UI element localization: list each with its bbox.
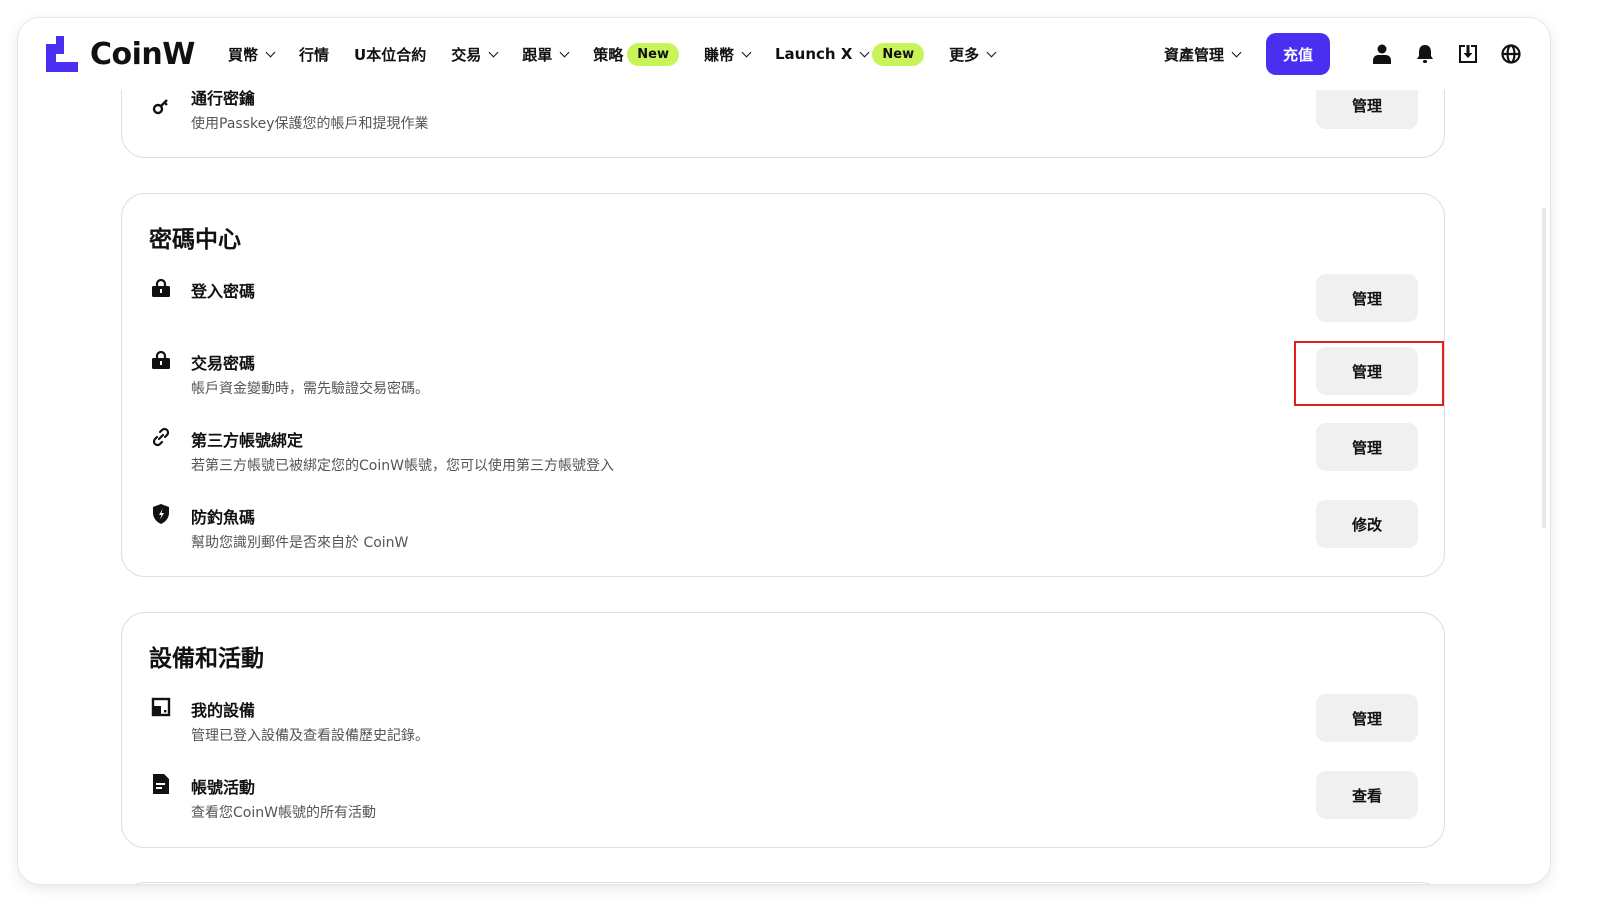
trade-password-desc: 帳戶資金變動時，需先驗證交易密碼。 [191,381,429,397]
new-badge: New [872,42,925,66]
anti-phishing-modify-button[interactable]: 修改 [1316,500,1418,548]
nav-futures[interactable]: U本位合約 [354,44,426,65]
chevron-down-icon [559,47,570,57]
chevron-down-icon [986,47,997,57]
chevron-down-icon [741,47,752,57]
logo-text: CoinW [90,36,195,72]
login-password-manage-button[interactable]: 管理 [1316,274,1418,322]
third-party-desc: 若第三方帳號已被綁定您的CoinW帳號，您可以使用第三方帳號登入 [191,458,614,474]
device-icon [150,696,172,718]
asset-management-menu[interactable]: 資產管理 [1163,44,1242,65]
coinw-logo-icon [46,36,78,72]
scrollbar[interactable] [1542,208,1546,528]
login-password-title: 登入密碼 [191,282,256,301]
third-party-manage-button[interactable]: 管理 [1316,423,1418,471]
anti-phishing-title: 防釣魚碼 [191,508,256,527]
header-actions: 資產管理 充值 [1164,18,1522,90]
passkey-desc: 使用Passkey保護您的帳戶和提現作業 [191,116,429,132]
nav-buy-crypto[interactable]: 買幣 [228,44,276,65]
nav-label: 買幣 [228,45,259,64]
nav-earn[interactable]: 賺幣 [703,44,752,65]
logo[interactable]: CoinW [46,36,195,72]
nav-label: 跟單 [522,45,553,64]
nav-label: 行情 [299,45,330,64]
devices-title: 設備和活動 [149,646,264,672]
main-nav: 買幣 行情 U本位合約 交易 跟單 策略 New 賺幣 Launch X New 更… [228,18,1020,90]
my-devices-title: 我的設備 [191,701,256,720]
nav-label: 策略 [593,45,624,64]
deposit-button[interactable]: 充值 [1266,33,1330,75]
account-activity-title: 帳號活動 [191,778,256,797]
highlight-box [1294,341,1444,406]
download-icon[interactable] [1457,43,1479,65]
link-icon [150,426,172,448]
document-icon [150,773,172,795]
nav-label: 交易 [451,45,482,64]
top-navbar: CoinW 買幣 行情 U本位合約 交易 跟單 策略 New 賺幣 Launch … [18,18,1550,90]
nav-label: Launch X [775,45,853,63]
nav-strategy[interactable]: 策略 New [593,42,679,66]
nav-more[interactable]: 更多 [949,44,997,65]
password-center-card: 密碼中心 登入密碼 管理 交易密碼 帳戶資金變動時，需先驗證交易密碼。 管理 第… [121,193,1445,577]
nav-label: 更多 [949,45,980,64]
my-devices-manage-button[interactable]: 管理 [1316,694,1418,742]
user-icon[interactable] [1371,43,1393,65]
trade-password-title: 交易密碼 [191,354,256,373]
my-devices-desc: 管理已登入設備及查看設備歷史記錄。 [191,728,429,744]
chevron-down-icon [488,47,499,57]
nav-trade[interactable]: 交易 [451,44,499,65]
third-party-title: 第三方帳號綁定 [191,431,304,450]
lock-icon [150,277,172,299]
devices-card: 設備和活動 我的設備 管理已登入設備及查看設備歷史記錄。 管理 帳號活動 查看您… [121,612,1445,848]
next-card [121,882,1445,884]
nav-label: U本位合約 [354,45,427,64]
key-icon [150,95,172,117]
asset-management-label: 資產管理 [1163,45,1224,64]
app-window: 通行密鑰 使用Passkey保護您的帳戶和提現作業 管理 密碼中心 登入密碼 管… [18,18,1550,884]
globe-icon[interactable] [1500,43,1522,65]
shield-icon [150,503,172,525]
lock-icon [150,349,172,371]
nav-label: 賺幣 [703,45,734,64]
account-activity-view-button[interactable]: 查看 [1316,771,1418,819]
account-activity-desc: 查看您CoinW帳號的所有活動 [191,805,376,821]
anti-phishing-desc: 幫助您識別郵件是否來自於 CoinW [191,535,409,551]
nav-launch-x[interactable]: Launch X New [775,42,925,66]
new-badge: New [627,42,679,66]
bell-icon[interactable] [1414,43,1436,65]
password-center-title: 密碼中心 [149,227,241,253]
chevron-down-icon [265,47,276,57]
nav-markets[interactable]: 行情 [299,44,329,65]
chevron-down-icon [1231,47,1242,57]
nav-copy-trading[interactable]: 跟單 [522,44,570,65]
chevron-down-icon [859,47,870,57]
